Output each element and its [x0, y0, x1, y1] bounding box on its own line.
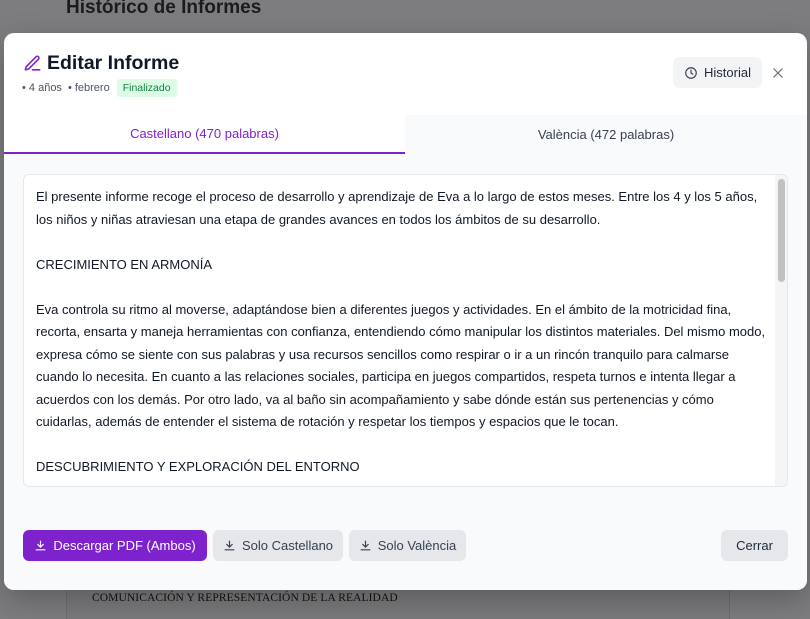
modal-title: Editar Informe — [47, 52, 180, 74]
download-castellano-label: Solo Castellano — [241, 538, 334, 553]
meta-month: • febrero — [67, 82, 110, 94]
modal-footer: Descargar PDF (Ambos) Solo Castellano So… — [4, 510, 807, 590]
section-heading-crecimiento: CRECIMIENTO EN ARMONÍA — [36, 256, 213, 272]
section-heading-descubrimiento: DESCUBRIMIENTO Y EXPLORACIÓN DEL ENTORNO — [36, 459, 360, 474]
scrollbar-thumb[interactable] — [778, 179, 785, 282]
close-button[interactable] — [768, 63, 788, 83]
report-text: El presente informe recoge el proceso de… — [36, 186, 766, 486]
page-title: Histórico de Informes — [66, 0, 262, 18]
language-tabs: Castellano (470 palabras) València (472 … — [4, 115, 807, 154]
paragraph-intro: El presente informe recoge el proceso de… — [36, 189, 758, 227]
report-meta: • 4 años • febrero Finalizado — [22, 79, 177, 97]
download-icon — [223, 539, 236, 552]
scrollbar[interactable] — [775, 175, 787, 486]
edit-report-modal: Editar Informe • 4 años • febrero Finali… — [4, 33, 807, 590]
close-modal-button[interactable]: Cerrar — [721, 530, 788, 561]
tab-valencia[interactable]: València (472 palabras) — [405, 115, 807, 154]
pencil-icon — [23, 54, 42, 73]
download-both-label: Descargar PDF (Ambos) — [53, 538, 196, 553]
meta-age: • 4 años — [22, 82, 62, 94]
close-icon — [771, 66, 785, 80]
tab-castellano[interactable]: Castellano (470 palabras) — [4, 115, 405, 154]
history-label: Historial — [704, 65, 751, 80]
download-valencia-label: Solo València — [377, 538, 457, 553]
download-icon — [34, 539, 47, 552]
download-castellano-button[interactable]: Solo Castellano — [213, 530, 343, 561]
paragraph-crecimiento: Eva controla su ritmo al moverse, adaptá… — [36, 301, 766, 430]
clock-icon — [684, 66, 698, 80]
download-valencia-button[interactable]: Solo València — [349, 530, 466, 561]
download-icon — [359, 539, 372, 552]
history-button[interactable]: Historial — [673, 57, 762, 88]
report-textarea[interactable]: El presente informe recoge el proceso de… — [23, 174, 788, 487]
download-both-button[interactable]: Descargar PDF (Ambos) — [23, 530, 207, 561]
status-badge: Finalizado — [116, 79, 177, 97]
background-document-heading: COMUNICACIÓN Y REPRESENTACIÓN DE LA REAL… — [92, 592, 398, 604]
modal-header: Editar Informe • 4 años • febrero Finali… — [4, 33, 807, 115]
